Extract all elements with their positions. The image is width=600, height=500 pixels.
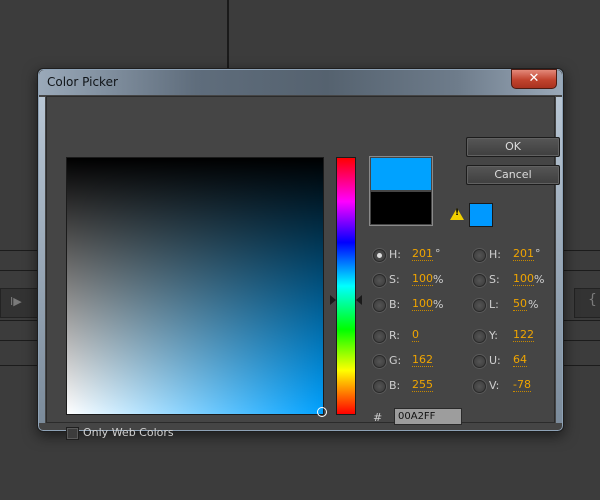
hsb-h-label: H: [389, 248, 401, 261]
yuv-v-radio[interactable] [473, 380, 486, 393]
hsb-b-value[interactable]: 100 [412, 298, 433, 311]
hue-slider-handle-left[interactable] [330, 295, 336, 305]
color-field[interactable] [66, 157, 324, 415]
hue-slider[interactable] [336, 157, 356, 415]
hsl-l-value[interactable]: 50 [513, 298, 527, 311]
yuv-v-label: V: [489, 379, 500, 392]
hsl-s-unit: % [534, 273, 545, 286]
hsb-s-value[interactable]: 100 [412, 273, 433, 286]
color-field-marker[interactable] [317, 407, 327, 417]
hsb-h-radio[interactable] [373, 249, 386, 262]
titlebar[interactable]: Color Picker ✕ [39, 69, 562, 95]
bg-line [0, 270, 38, 271]
hsb-b-radio[interactable] [373, 299, 386, 312]
hsl-l-label: L: [489, 298, 499, 311]
rgb-b-value[interactable]: 255 [412, 379, 433, 392]
yuv-v-value[interactable]: -78 [513, 379, 531, 392]
ok-button[interactable]: OK [466, 137, 560, 157]
hex-input[interactable]: 00A2FF [394, 408, 462, 425]
play-icon: I▶ [10, 295, 22, 308]
cancel-button[interactable]: Cancel [466, 165, 560, 185]
bg-line [562, 365, 600, 366]
hex-label: # [373, 411, 383, 424]
close-button[interactable]: ✕ [511, 69, 557, 89]
hsl-h-value[interactable]: 201 [513, 248, 534, 261]
frame-left [39, 97, 45, 423]
warning-mark: ! [455, 208, 460, 218]
hsl-l-unit: % [528, 298, 539, 311]
only-web-colors-checkbox[interactable] [66, 427, 79, 440]
bg-line [0, 250, 38, 251]
rgb-r-label: R: [389, 329, 401, 342]
hsb-b-unit: % [433, 298, 444, 311]
yuv-y-label: Y: [489, 329, 498, 342]
hsb-h-value[interactable]: 201 [412, 248, 433, 261]
bg-line [0, 340, 38, 341]
yuv-u-radio[interactable] [473, 355, 486, 368]
rgb-g-label: G: [389, 354, 402, 367]
bg-line [0, 365, 38, 366]
hsl-s-label: S: [489, 273, 500, 286]
rgb-b-radio[interactable] [373, 380, 386, 393]
hsb-h-unit: ° [435, 247, 441, 260]
rgb-r-radio[interactable] [373, 330, 386, 343]
hsl-h-radio[interactable] [473, 249, 486, 262]
hue-slider-handle-right[interactable] [356, 295, 362, 305]
bg-line [562, 340, 600, 341]
rgb-g-value[interactable]: 162 [412, 354, 433, 367]
rgb-b-label: B: [389, 379, 401, 392]
bg-bracket: { [588, 292, 597, 308]
hsl-s-radio[interactable] [473, 274, 486, 287]
bg-line [0, 320, 38, 321]
hsb-s-radio[interactable] [373, 274, 386, 287]
bg-line [562, 250, 600, 251]
window-title: Color Picker [47, 75, 118, 89]
bg-line [562, 320, 600, 321]
hsl-s-value[interactable]: 100 [513, 273, 534, 286]
hsl-h-label: H: [489, 248, 501, 261]
color-picker-dialog: Color Picker ✕ ! OK Cancel H: 201 ° S: 1 [37, 68, 564, 440]
new-color-swatch [371, 158, 431, 190]
rgb-g-radio[interactable] [373, 355, 386, 368]
bg-line [562, 270, 600, 271]
original-color-swatch[interactable] [371, 192, 431, 224]
rgb-r-value[interactable]: 0 [412, 329, 419, 342]
yuv-u-label: U: [489, 354, 501, 367]
color-preview [369, 156, 433, 226]
only-web-colors-label[interactable]: Only Web Colors [83, 426, 174, 439]
bg-divider [227, 0, 229, 70]
yuv-y-value[interactable]: 122 [513, 329, 534, 342]
dialog-content: ! OK Cancel H: 201 ° S: 100 % B: 100 % R… [46, 96, 560, 440]
hsb-s-label: S: [389, 273, 400, 286]
yuv-u-value[interactable]: 64 [513, 354, 527, 367]
hsl-h-unit: ° [535, 247, 541, 260]
hsl-l-radio[interactable] [473, 299, 486, 312]
hsb-b-label: B: [389, 298, 401, 311]
websafe-color-swatch[interactable] [469, 203, 493, 227]
hsb-s-unit: % [433, 273, 444, 286]
close-icon: ✕ [528, 71, 540, 86]
yuv-y-radio[interactable] [473, 330, 486, 343]
